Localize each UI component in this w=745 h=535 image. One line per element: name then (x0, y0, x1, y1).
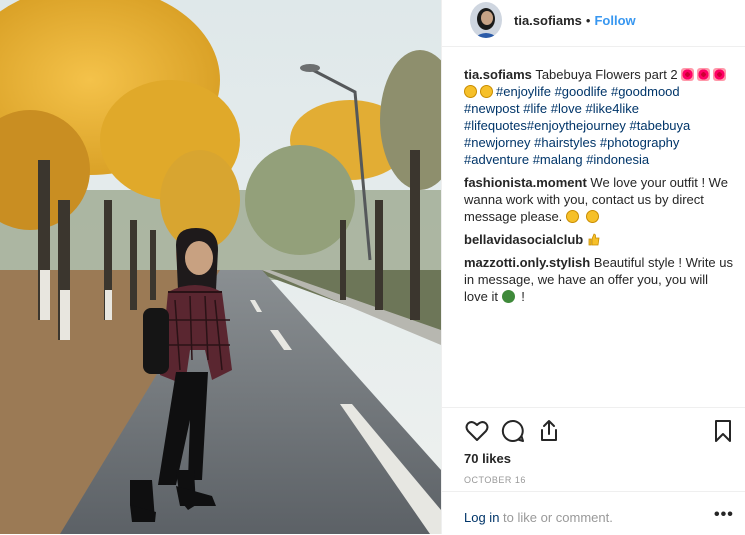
hashtag[interactable]: #goodlife (555, 84, 608, 99)
hashtag[interactable]: #life (523, 101, 547, 116)
hashtag[interactable]: #newpost (464, 101, 520, 116)
instagram-post: tia.sofiams • Follow tia.sofiams Tabebuya … (0, 0, 745, 534)
hashtag[interactable]: #malang (533, 152, 583, 167)
header-separator: • (585, 13, 591, 28)
more-options-button[interactable]: ••• (714, 506, 734, 524)
money-mouth-emoji-icon (501, 290, 515, 303)
comment: mazzotti.only.stylish Beautiful style ! … (464, 254, 734, 305)
hashtag[interactable]: #tabebuya (630, 118, 691, 133)
caption: tia.sofiams Tabebuya Flowers part 2 #enj… (464, 66, 734, 168)
hashtag[interactable]: #indonesia (586, 152, 649, 167)
likes-count[interactable]: 70 likes (464, 451, 511, 466)
photo-scene (0, 0, 441, 534)
hashtag[interactable]: #photography (600, 135, 680, 150)
comments-list: tia.sofiams Tabebuya Flowers part 2 #enj… (464, 66, 734, 311)
hashtag[interactable]: #enjoythejourney (527, 118, 626, 133)
comment-tail: ! (521, 289, 525, 304)
heart-eyes-emoji-icon (464, 85, 477, 98)
wink-kiss-emoji-icon (480, 85, 493, 98)
hashtag[interactable]: #goodmood (611, 84, 680, 99)
hibiscus-emoji-icon (697, 68, 711, 81)
comment-icon[interactable] (500, 418, 526, 444)
share-icon[interactable] (536, 418, 562, 444)
hashtag[interactable]: #like4like (585, 101, 638, 116)
hashtag[interactable]: #hairstyles (534, 135, 596, 150)
heart-icon[interactable] (464, 418, 490, 444)
caption-text: Tabebuya Flowers part 2 (535, 67, 678, 82)
comment: fashionista.moment We love your outfit !… (464, 174, 734, 225)
hashtag[interactable]: #enjoylife (496, 84, 551, 99)
hashtag[interactable]: #newjorney (464, 135, 531, 150)
comment-username[interactable]: bellavidasocialclub (464, 232, 583, 247)
bookmark-icon[interactable] (710, 418, 736, 444)
header-username[interactable]: tia.sofiams (514, 13, 582, 28)
post-photo[interactable] (0, 0, 441, 534)
login-link[interactable]: Log in (464, 510, 499, 525)
hibiscus-emoji-icon (713, 68, 727, 81)
login-prompt: Log in to like or comment. (464, 510, 613, 525)
header-text: tia.sofiams • Follow (514, 13, 636, 28)
avatar[interactable] (470, 2, 502, 38)
post-footer: Log in to like or comment. ••• (442, 491, 745, 535)
smile-emoji-icon (565, 210, 579, 223)
post-date: OCTOBER 16 (464, 475, 526, 485)
follow-button[interactable]: Follow (594, 13, 635, 28)
profile-photo-avatar (470, 2, 502, 38)
hashtag[interactable]: #lifequotes (464, 118, 527, 133)
post-sidebar: tia.sofiams • Follow tia.sofiams Tabebuya … (441, 0, 745, 534)
hibiscus-emoji-icon (681, 68, 695, 81)
smile-emoji-icon (585, 210, 599, 223)
hashtag[interactable]: #adventure (464, 152, 529, 167)
login-text: to like or comment. (503, 510, 613, 525)
comment-username[interactable]: mazzotti.only.stylish (464, 255, 590, 270)
post-header: tia.sofiams • Follow (442, 0, 745, 47)
hashtag[interactable]: #love (551, 101, 582, 116)
thumbs-up-emoji-icon (587, 233, 600, 246)
caption-username[interactable]: tia.sofiams (464, 67, 532, 82)
comment-username[interactable]: fashionista.moment (464, 175, 587, 190)
comment: bellavidasocialclub (464, 231, 734, 248)
